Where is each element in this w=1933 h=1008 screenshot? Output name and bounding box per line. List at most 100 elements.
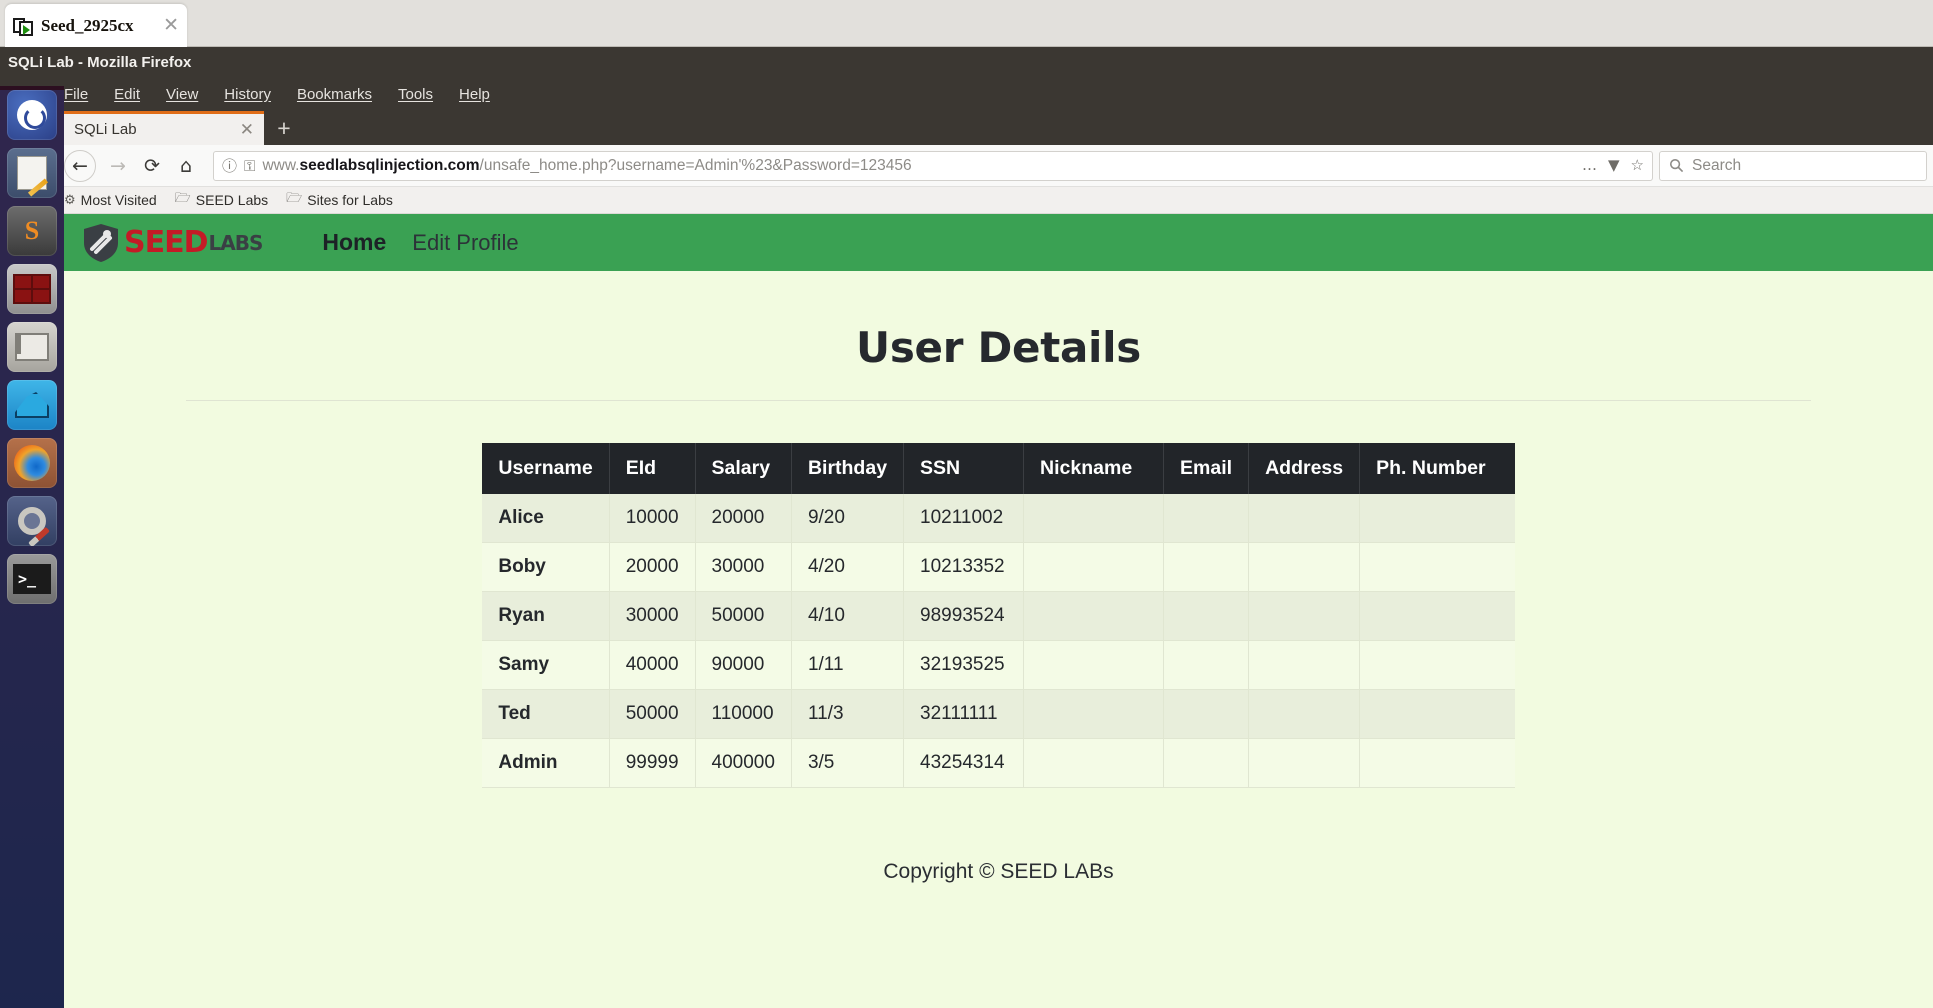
terminator-icon[interactable] bbox=[7, 264, 57, 314]
footer-copyright: Copyright © SEED LABs bbox=[883, 860, 1114, 883]
browser-tab-label: SQLi Lab bbox=[74, 121, 137, 138]
logo-seed-text: SEED bbox=[124, 225, 208, 260]
cell-eid: 40000 bbox=[609, 640, 696, 690]
cell-birthday: 4/10 bbox=[791, 591, 905, 641]
col-salary: Salary bbox=[695, 443, 792, 494]
cell-address bbox=[1248, 738, 1361, 788]
cell-email bbox=[1163, 542, 1250, 592]
table-row: Boby 20000 30000 4/20 10213352 bbox=[482, 542, 1515, 592]
search-box[interactable]: Search bbox=[1659, 150, 1927, 181]
menu-bookmarks[interactable]: Bookmarks bbox=[297, 86, 372, 103]
cell-address bbox=[1248, 494, 1361, 543]
bookmark-most-visited[interactable]: ⚙ Most Visited bbox=[64, 192, 157, 208]
cell-nickname bbox=[1023, 640, 1165, 690]
ubuntu-dash-icon[interactable] bbox=[7, 90, 57, 140]
system-settings-icon[interactable] bbox=[7, 496, 57, 546]
cell-eid: 50000 bbox=[609, 689, 696, 739]
cell-email bbox=[1163, 640, 1250, 690]
cell-birthday: 4/20 bbox=[791, 542, 905, 592]
cell-username: Alice bbox=[482, 494, 610, 543]
back-button[interactable]: ← bbox=[64, 149, 96, 182]
table-head: Username EId Salary Birthday SSN Nicknam… bbox=[482, 443, 1515, 494]
menu-file[interactable]: File bbox=[64, 86, 88, 103]
bookmark-label: SEED Labs bbox=[195, 192, 269, 208]
url-path: /unsafe_home.php?username=Admin'%23&Pass… bbox=[479, 156, 912, 174]
bookmark-seed-labs[interactable]: 🗁 SEED Labs bbox=[175, 189, 269, 211]
bookmark-sites-for-labs[interactable]: 🗁 Sites for Labs bbox=[286, 189, 393, 211]
cell-phone bbox=[1359, 640, 1515, 690]
folder-icon: 🗁 bbox=[286, 191, 303, 206]
firefox-tabbar: SQLi Lab ✕ + bbox=[0, 110, 1933, 145]
page-actions-icon[interactable]: … bbox=[1582, 158, 1597, 173]
sublime-glyph: S bbox=[24, 216, 40, 245]
firefox-titlebar: SQLi Lab - Mozilla Firefox bbox=[0, 47, 1933, 78]
file-manager-icon[interactable] bbox=[7, 322, 57, 372]
text-editor-icon[interactable] bbox=[7, 148, 57, 198]
search-placeholder: Search bbox=[1692, 156, 1742, 174]
firefox-navbar: ← → ⟳ ⌂ ⓘ ⚿ www.seedlabsqlinjection.com/… bbox=[0, 145, 1933, 187]
logo-labs-text: LABS bbox=[208, 230, 264, 255]
home-button[interactable]: ⌂ bbox=[169, 149, 203, 183]
table-row: Ted 50000 110000 11/3 32111111 bbox=[482, 689, 1515, 739]
cell-phone bbox=[1359, 689, 1515, 739]
menu-help[interactable]: Help bbox=[459, 86, 490, 103]
cell-username: Samy bbox=[482, 640, 610, 690]
wireshark-icon[interactable] bbox=[7, 380, 57, 430]
seedlabs-logo[interactable]: SEED LABS bbox=[82, 223, 264, 263]
menu-history[interactable]: History bbox=[224, 86, 271, 103]
menu-tools[interactable]: Tools bbox=[398, 86, 433, 103]
firefox-icon[interactable] bbox=[7, 438, 57, 488]
cell-email bbox=[1163, 591, 1250, 641]
cell-phone bbox=[1359, 738, 1515, 788]
bookmark-star-icon[interactable]: ☆ bbox=[1631, 158, 1644, 173]
table-row: Ryan 30000 50000 4/10 98993524 bbox=[482, 591, 1515, 641]
cell-ssn: 32111111 bbox=[903, 689, 1025, 739]
gear-icon: ⚙ bbox=[64, 192, 76, 208]
cell-eid: 99999 bbox=[609, 738, 696, 788]
cell-username: Boby bbox=[482, 542, 610, 592]
cell-salary: 90000 bbox=[695, 640, 792, 690]
browser-tab-sqli-lab[interactable]: SQLi Lab ✕ bbox=[64, 111, 264, 145]
close-icon[interactable]: ✕ bbox=[163, 16, 179, 35]
cell-ssn: 98993524 bbox=[903, 591, 1025, 641]
reload-button[interactable]: ⟳ bbox=[135, 149, 169, 183]
new-tab-button[interactable]: + bbox=[264, 111, 304, 145]
forward-button[interactable]: → bbox=[101, 149, 135, 183]
cell-birthday: 3/5 bbox=[791, 738, 905, 788]
cell-ssn: 10213352 bbox=[903, 542, 1025, 592]
menu-view[interactable]: View bbox=[166, 86, 198, 103]
menu-edit[interactable]: Edit bbox=[114, 86, 140, 103]
cell-birthday: 1/11 bbox=[791, 640, 905, 690]
cell-phone bbox=[1359, 494, 1515, 543]
cell-nickname bbox=[1023, 591, 1165, 641]
vm-window-icon bbox=[13, 16, 35, 36]
close-icon[interactable]: ✕ bbox=[240, 120, 254, 140]
terminal-icon[interactable]: >_ bbox=[7, 554, 57, 604]
pocket-icon[interactable]: ▼ bbox=[1608, 158, 1620, 173]
cell-salary: 400000 bbox=[695, 738, 792, 788]
cell-address bbox=[1248, 542, 1361, 592]
firefox-window: SQLi Lab - Mozilla Firefox File Edit Vie… bbox=[0, 47, 1933, 1008]
divider bbox=[186, 400, 1811, 401]
cell-phone bbox=[1359, 542, 1515, 592]
desktop: Seed_2925cx ✕ SQLi Lab - Mozilla Firefox… bbox=[0, 0, 1933, 1008]
sublime-text-icon[interactable]: S bbox=[7, 206, 57, 256]
unity-launcher: S >_ bbox=[0, 86, 64, 1008]
nav-link-home[interactable]: Home bbox=[322, 229, 386, 256]
cell-email bbox=[1163, 494, 1250, 543]
address-bar[interactable]: ⓘ ⚿ www.seedlabsqlinjection.com/unsafe_h… bbox=[213, 150, 1653, 181]
arrow-right-icon: → bbox=[110, 154, 126, 177]
page-info-icon[interactable]: ⓘ bbox=[222, 155, 237, 176]
window-title: SQLi Lab - Mozilla Firefox bbox=[8, 54, 192, 71]
page-content: User Details Username EId Salary Birthda… bbox=[0, 323, 1933, 884]
home-icon: ⌂ bbox=[179, 154, 193, 177]
user-details-table: Username EId Salary Birthday SSN Nicknam… bbox=[482, 443, 1515, 788]
col-ssn: SSN bbox=[903, 443, 1025, 494]
cell-nickname bbox=[1023, 689, 1165, 739]
cell-birthday: 11/3 bbox=[791, 689, 905, 739]
cell-salary: 20000 bbox=[695, 494, 792, 543]
vm-window-tab[interactable]: Seed_2925cx ✕ bbox=[5, 4, 187, 47]
nav-link-edit-profile[interactable]: Edit Profile bbox=[412, 230, 518, 256]
col-nickname: Nickname bbox=[1023, 443, 1165, 494]
col-birthday: Birthday bbox=[791, 443, 905, 494]
